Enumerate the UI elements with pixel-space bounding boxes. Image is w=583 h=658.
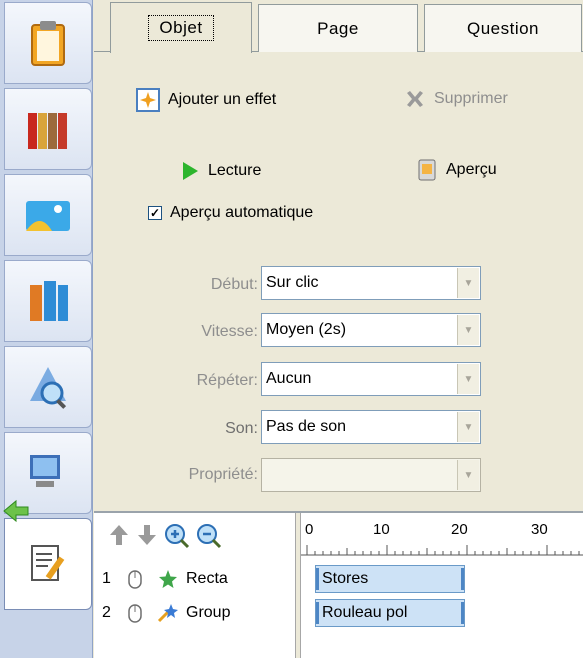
preview-icon (418, 159, 436, 181)
tab-strip: Objet Page Question (94, 0, 583, 53)
sidebar-button-library[interactable] (4, 88, 92, 170)
repeat-label: Répéter: (196, 372, 258, 389)
sidebar-button-edit[interactable] (4, 518, 92, 610)
tab-objet-label: Objet (148, 15, 214, 41)
sidebar-button-clipboard[interactable] (4, 2, 92, 84)
chevron-down-icon[interactable]: ▼ (457, 315, 479, 345)
effect-motion-icon (157, 604, 178, 623)
effect-bar-label: Stores (322, 570, 369, 587)
animation-timeline-area: 1 Recta 2 Group 0 10 20 30 Stores Roulea… (94, 511, 583, 658)
start-select[interactable]: Sur clic ▼ (261, 266, 481, 300)
preview-button[interactable]: Aperçu (416, 158, 497, 182)
sidebar-button-search[interactable] (4, 346, 92, 428)
play-label: Lecture (208, 162, 262, 179)
move-up-icon[interactable] (108, 523, 130, 547)
move-down-icon[interactable] (136, 523, 158, 547)
chevron-down-icon[interactable]: ▼ (457, 268, 479, 298)
effects-list: 1 Recta 2 Group (94, 513, 295, 658)
effect-number: 2 (102, 604, 111, 621)
effect-bar-label: Rouleau pol (322, 604, 408, 621)
ruler-tick-label: 20 (451, 521, 468, 538)
timeline-effect-bar[interactable]: Rouleau pol (315, 599, 465, 627)
delete-label: Supprimer (434, 90, 508, 107)
chevron-down-icon[interactable]: ▼ (457, 412, 479, 442)
timeline-effect-bar[interactable]: Stores (315, 565, 465, 593)
repeat-select[interactable]: Aucun ▼ (261, 362, 481, 396)
effect-list-item[interactable]: 2 Group (102, 599, 244, 627)
timeline: 0 10 20 30 Stores Rouleau pol (301, 513, 583, 658)
speed-label: Vitesse: (201, 323, 258, 340)
sound-value: Pas de son (266, 418, 347, 435)
property-select[interactable]: ▼ (261, 458, 481, 492)
timeline-ruler (301, 545, 583, 556)
add-effect-button[interactable]: Ajouter un effet (136, 88, 276, 112)
chevron-down-icon[interactable]: ▼ (457, 364, 479, 394)
clipboard-icon (31, 21, 65, 66)
sidebar-button-media[interactable] (4, 174, 92, 256)
effect-list-item[interactable]: 1 Recta (102, 565, 244, 593)
delete-icon (407, 91, 423, 107)
tab-objet[interactable]: Objet (110, 2, 252, 53)
start-label: Début: (210, 276, 258, 293)
sound-label: Son: (225, 420, 258, 437)
properties-panel: Objet Page Question Ajouter un effet Sup… (94, 0, 583, 658)
picture-icon (26, 201, 70, 231)
repeat-value: Aucun (266, 370, 312, 387)
zoom-out-icon[interactable] (196, 523, 222, 549)
chevron-down-icon[interactable]: ▼ (457, 460, 479, 490)
ruler-tick-label: 30 (531, 521, 548, 538)
effect-object-name: Group (186, 604, 231, 621)
add-effect-label: Ajouter un effet (168, 91, 277, 108)
play-button[interactable]: Lecture (180, 160, 261, 182)
add-effect-icon (136, 88, 160, 112)
tab-page-label: Page (317, 18, 359, 38)
sound-select[interactable]: Pas de son ▼ (261, 410, 481, 444)
delete-button[interactable]: Supprimer (404, 88, 508, 110)
auto-preview-label: Aperçu automatique (170, 204, 314, 221)
tab-page[interactable]: Page (258, 4, 418, 52)
binders-icon (30, 281, 68, 321)
auto-preview-check[interactable]: ✓ (148, 206, 162, 220)
effect-star-icon (159, 570, 177, 588)
play-icon (183, 162, 198, 180)
search-globe-icon (30, 367, 67, 409)
auto-preview-checkbox[interactable]: ✓ Aperçu automatique (148, 204, 313, 222)
zoom-in-icon[interactable] (164, 523, 190, 549)
speed-select[interactable]: Moyen (2s) ▼ (261, 313, 481, 347)
speed-value: Moyen (2s) (266, 321, 347, 338)
effect-object-name: Recta (186, 570, 228, 587)
books-icon (28, 113, 67, 149)
effect-number: 1 (102, 570, 111, 587)
tab-question[interactable]: Question (424, 4, 582, 52)
ruler-tick-label: 10 (373, 521, 390, 538)
mouse-click-icon (128, 604, 142, 623)
mouse-click-icon (128, 570, 142, 589)
preview-label: Aperçu (446, 161, 497, 178)
sidebar-button-binders[interactable] (4, 260, 92, 342)
computer-icon (30, 455, 60, 487)
ruler-tick-label: 0 (305, 521, 314, 538)
property-label: Propriété: (188, 466, 258, 483)
edit-document-icon (31, 545, 65, 581)
start-value: Sur clic (266, 274, 319, 291)
arrow-left-icon (3, 499, 29, 523)
tab-question-label: Question (466, 18, 540, 38)
sidebar-toolbar (0, 0, 93, 658)
